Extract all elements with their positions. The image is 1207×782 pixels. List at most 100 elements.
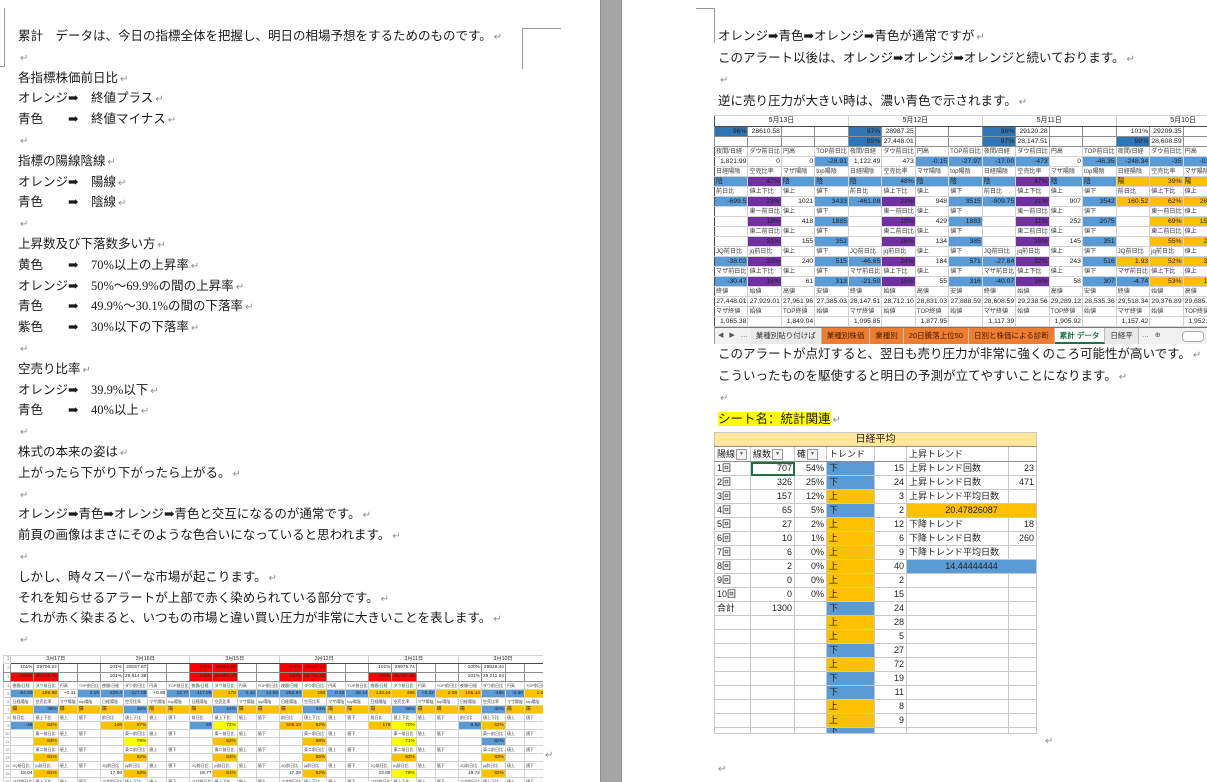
paragraph[interactable]: ↵ — [718, 69, 1198, 91]
paragraph[interactable]: 黄色 ➡ 70%以上の上昇率 ↵ — [18, 255, 586, 276]
page-right[interactable]: オレンジ➡青色➡オレンジ➡青色が通常ですが ↵ このアラート以後は、オレンジ➡オレン… — [621, 0, 1207, 782]
paragraph[interactable]: 前頁の画像はまさにそのような色合いになっていると思われます。 ↵ — [18, 525, 586, 546]
excel-cell: -485 — [480, 689, 506, 698]
column-header-cell: 値下 — [255, 713, 280, 722]
paragraph[interactable]: 上がったら下がり下がったら上がる。 ↵ — [18, 463, 586, 484]
paragraph[interactable]: このアラートが点灯すると、翌日も売り圧力が非常に強くのころ可能性が高いです。 ↵ — [718, 344, 1201, 366]
column-header-cell: 値上 — [236, 777, 257, 782]
column-header-cell: JQ前日比 — [981, 246, 1017, 257]
paragraph[interactable]: 各指標株価前日比 ↵ — [18, 68, 586, 89]
column-header-cell: 始値 — [1015, 286, 1050, 297]
excel-cell — [415, 753, 436, 762]
embedded-excel-screenshot[interactable]: 5月13日 5月12日 5月11日 5月10日 96% 28610.58 97% 28987.… — [714, 115, 1207, 344]
paragraph[interactable]: 青色 ➡ 陰線 ↵ — [18, 192, 586, 213]
column-header-cell: マザ前日比 — [278, 777, 303, 782]
paragraph[interactable]: 逆に売り圧力が大きい時は、濃い青色で示されます。 ↵ — [718, 91, 1198, 113]
paragraph[interactable]: ↵ — [18, 213, 586, 234]
paragraph[interactable]: 青色 ➡ 49.9%～30.1%の間の下落率 ↵ — [18, 296, 586, 317]
excel-cell — [457, 753, 482, 762]
excel-cell: 101% — [99, 672, 124, 682]
sheet-tab-bar: ◀ ▶… 業種別貼り付けば 業種別株価 業種別 20日騰落上位50 日別と株価による診断 累計… — [714, 327, 1207, 344]
excel-cell: 陰 — [814, 176, 849, 187]
paragraph-mark: ↵ — [117, 177, 127, 189]
column-header-cell: 空売比率 — [212, 697, 238, 706]
paragraph[interactable]: オレンジ➡ 50%～69.9%の間の上昇率 ↵ — [18, 276, 586, 297]
paragraph[interactable]: 空売り比率 ↵ — [18, 359, 586, 380]
embedded-excel-thumbnail[interactable]: 1 3月17日 3月16日 3月15日 3月12日 3月11日 3月10日 2 101% 2970… — [3, 655, 543, 782]
paragraph[interactable]: ↵ — [718, 387, 1198, 409]
paragraph[interactable]: オレンジ➡ 終値プラス ↵ — [18, 88, 586, 109]
stats-label-cell — [906, 601, 1009, 616]
column-header-cell: マザ陽陰 — [236, 697, 257, 706]
excel-cell: 83% — [33, 737, 59, 746]
stats-cell: 2 — [874, 573, 907, 588]
column-header-cell — [1115, 226, 1151, 237]
excel-cell: 陰 — [847, 176, 883, 187]
paragraph[interactable]: ↵ — [18, 484, 586, 505]
stats-label-cell — [906, 699, 1009, 714]
excel-cell — [99, 753, 124, 762]
column-header-cell: top陽陰 — [814, 166, 849, 177]
excel-cell — [189, 737, 214, 746]
paragraph[interactable]: しかし、時々スーパーな市場が起こります。 ↵ — [18, 567, 586, 588]
column-header-cell: 値下 — [255, 729, 280, 738]
paragraph[interactable]: ↵ — [18, 546, 586, 567]
excel-cell: -282.83 — [278, 689, 303, 698]
stats-value-cell: 471 — [1008, 475, 1037, 490]
column-header-cell: 終値 — [1115, 286, 1151, 297]
paragraph[interactable]: シート名：統計関連 ↵ — [718, 409, 1198, 431]
paragraph[interactable]: 指標の陽線陰線 ↵ — [18, 151, 586, 172]
paragraph[interactable]: 青色 ➡ 終値マイナス ↵ — [18, 109, 586, 130]
row-number-cell: 14 — [3, 761, 12, 770]
stats-cell: 24 — [874, 475, 907, 490]
stats-value-cell — [1008, 713, 1037, 728]
paragraph-mark: ↵ — [362, 510, 372, 522]
excel-cell: 28,727.80 — [391, 672, 417, 682]
excel-cell — [1149, 316, 1184, 327]
paragraph[interactable]: ↵ — [18, 130, 586, 151]
paragraph-mark: ↵ — [20, 635, 29, 647]
embedded-stats-table[interactable]: 日経平均 陽線 ▼ 線数 ▼ 確 ▼ トレンド 上昇トレンド 1回 707 54% 下 15 上昇トレンド回… — [714, 432, 1040, 772]
column-header-cell: ダウ前日比 — [1015, 146, 1050, 157]
paragraph[interactable]: オレンジ➡ 39.9%以下 ↵ — [18, 380, 586, 401]
paragraph[interactable]: オレンジ➡ 陽線 ↵ — [18, 172, 586, 193]
excel-cell — [1048, 126, 1083, 137]
excel-cell: 133.44 — [368, 689, 393, 698]
paragraph[interactable]: ↵ — [18, 421, 586, 442]
paragraph[interactable]: ↵ — [18, 338, 586, 359]
excel-cell: 101% — [457, 672, 482, 682]
paragraph[interactable]: こういったものを駆使すると明日の予測が立てやすいことになります。 ↵ — [718, 366, 1198, 388]
paragraph[interactable]: 株式の本来の姿は ↵ — [18, 442, 586, 463]
column-header-cell: ダウ前日比 — [122, 681, 149, 690]
column-header-cell: 値下 — [434, 761, 459, 770]
excel-cell: 0 — [1048, 156, 1083, 167]
paragraph[interactable]: 累計 データは、今日の指標全体を把握し、明日の相場予想をするためのものです。 ↵ — [18, 26, 586, 47]
column-header-cell: 夜間/日経 — [99, 681, 124, 690]
paragraph[interactable]: 青色 ➡ 40%以上 ↵ — [18, 400, 586, 421]
paragraph[interactable]: ↵ — [18, 629, 586, 650]
excel-cell: 陽 — [57, 705, 78, 714]
paragraph[interactable]: それを知らせるアラートが上部で赤く染められている部分です。 ↵ — [18, 588, 586, 609]
column-header-cell: 値下 — [814, 226, 849, 237]
excel-cell: -30.47 — [714, 276, 749, 287]
row-number-cell: 13 — [3, 753, 12, 762]
page-left[interactable]: 累計 データは、今日の指標全体を把握し、明日の相場予想をするためのものです。 ↵ ↵… — [0, 0, 601, 782]
column-header-cell — [99, 729, 124, 738]
excel-cell: 14.85 — [255, 689, 280, 698]
excel-cell: 145 — [1048, 236, 1083, 247]
paragraph[interactable]: このアラート以後は、オレンジ➡オレンジ➡オレンジと続いております。 ↵ — [718, 48, 1198, 70]
paragraph[interactable]: オレンジ➡青色➡オレンジ➡青色が通常ですが ↵ — [718, 26, 1198, 48]
column-header-cell: 高値 — [780, 286, 816, 297]
paragraph[interactable]: ↵ — [18, 47, 586, 68]
column-header-cell: 値下 — [76, 745, 101, 754]
excel-cell — [189, 753, 214, 762]
column-header-cell: 値上 — [1048, 206, 1083, 217]
stats-cell — [794, 671, 827, 686]
date-header-cell: 3月17日 — [10, 655, 101, 664]
paragraph[interactable]: オレンジ➡青色➡オレンジ➡青色と交互になるのが通常です。 ↵ — [18, 504, 586, 525]
excel-cell: 78% — [391, 769, 417, 778]
excel-cell: 0 — [780, 156, 816, 167]
paragraph[interactable]: 紫色 ➡ 30%以下の下落率 ↵ — [18, 317, 586, 338]
paragraph[interactable]: これが赤く染まると、いつもの市場と違い買い圧力が非常に大きいことを表します。 ↵ — [18, 608, 586, 629]
paragraph[interactable]: 上昇数及び下落数多い方 ↵ — [18, 234, 586, 255]
